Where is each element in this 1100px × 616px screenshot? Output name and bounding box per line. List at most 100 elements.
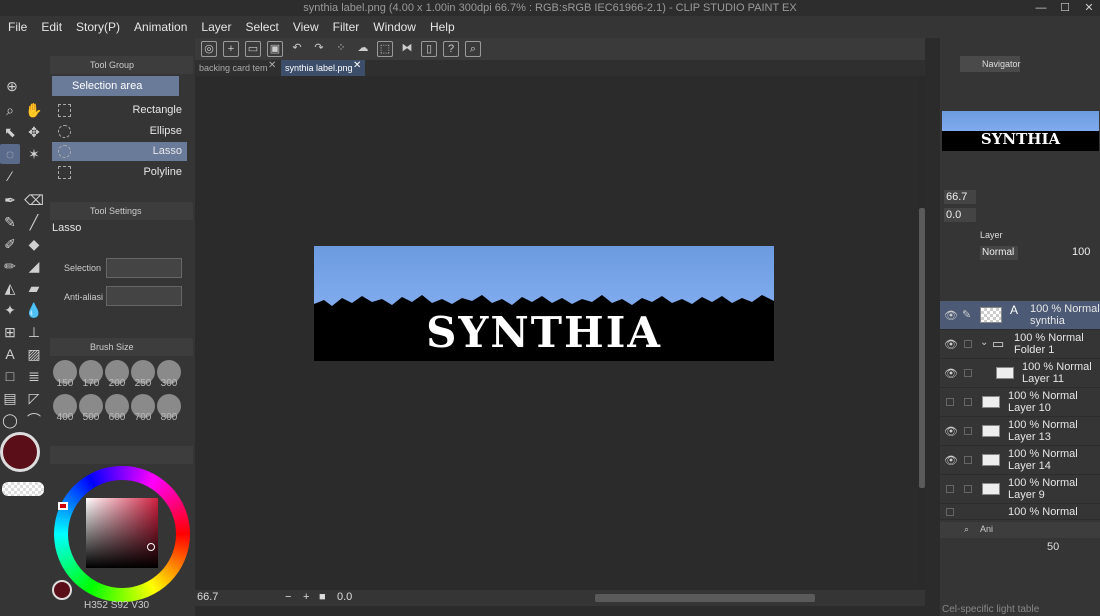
- clip-studio-icon[interactable]: ◎: [201, 41, 217, 57]
- text-line-icon[interactable]: ⌒: [24, 410, 44, 430]
- pen-icon[interactable]: ✒: [0, 190, 20, 210]
- redo-icon[interactable]: ↷: [311, 41, 327, 57]
- tool-polyline[interactable]: Polyline: [52, 163, 187, 182]
- layer-box-icon[interactable]: ▤: [0, 388, 20, 408]
- save-icon[interactable]: ▣: [267, 41, 283, 57]
- balloon-icon[interactable]: ▨: [24, 344, 44, 364]
- layer-row[interactable]: 100 % Normal Layer 10: [940, 388, 1100, 417]
- lasso-icon[interactable]: ◌: [0, 144, 20, 164]
- marker-icon[interactable]: ╱: [24, 212, 44, 232]
- antialias-buttons[interactable]: [106, 286, 182, 306]
- animation-tab[interactable]: Ani: [980, 524, 993, 534]
- zoom-out-icon[interactable]: −: [285, 591, 291, 603]
- tool-rectangle[interactable]: Rectangle: [52, 101, 187, 120]
- open-folder-icon[interactable]: ▭: [245, 41, 261, 57]
- speech-icon[interactable]: ◯: [0, 410, 20, 430]
- search-icon[interactable]: ⌕: [465, 41, 481, 57]
- fill-icon[interactable]: ☁: [355, 41, 371, 57]
- close-tab-icon[interactable]: ✕: [353, 60, 361, 71]
- navigator-thumbnail[interactable]: SYNTHIA: [942, 111, 1099, 151]
- close-tab-icon[interactable]: ✕: [268, 60, 276, 71]
- text-icon[interactable]: A: [0, 344, 20, 364]
- blend-icon[interactable]: ◢: [24, 256, 44, 276]
- zoom-value[interactable]: 66.7: [197, 591, 218, 603]
- water-drop-icon[interactable]: 💧: [24, 300, 44, 320]
- navigator-tab[interactable]: Navigator: [960, 56, 1021, 72]
- main-color-swatch[interactable]: [0, 432, 40, 472]
- device-icon[interactable]: ▯: [421, 41, 437, 57]
- clear-selection-icon[interactable]: ⁘: [333, 41, 349, 57]
- menu-view[interactable]: View: [286, 16, 326, 38]
- airbrush-icon[interactable]: ◆: [24, 234, 44, 254]
- menu-help[interactable]: Help: [423, 16, 462, 38]
- chevron-down-icon[interactable]: ⌄: [980, 337, 988, 348]
- layer-checkbox[interactable]: [964, 456, 972, 464]
- navigator-rotation[interactable]: 0.0: [944, 208, 976, 222]
- brush-icon[interactable]: ✐: [0, 234, 20, 254]
- tool-lasso[interactable]: Lasso: [52, 142, 187, 161]
- layer-row[interactable]: 100 % Normal: [940, 504, 1100, 520]
- decoration-icon[interactable]: ✏: [0, 256, 20, 276]
- correction-icon[interactable]: ◸: [24, 388, 44, 408]
- transparent-color-swatch[interactable]: [2, 482, 44, 496]
- selection-mode-buttons[interactable]: [106, 258, 182, 278]
- menu-window[interactable]: Window: [366, 16, 423, 38]
- magic-wand-icon[interactable]: ✶: [24, 144, 44, 164]
- zoom-icon[interactable]: ⌕: [0, 100, 20, 120]
- search-icon[interactable]: ⌕: [964, 524, 969, 535]
- canvas-vertical-scrollbar[interactable]: [918, 76, 926, 590]
- eye-icon[interactable]: 👁: [944, 338, 958, 351]
- pencil-icon[interactable]: ✎: [0, 212, 20, 232]
- layer-row[interactable]: 👁 100 % Normal Layer 13: [940, 417, 1100, 446]
- close-button[interactable]: ✕: [1078, 0, 1100, 16]
- visibility-checkbox[interactable]: [946, 485, 954, 493]
- tool-ellipse[interactable]: Ellipse: [52, 122, 187, 141]
- blend-mode-select[interactable]: Normal: [980, 246, 1018, 260]
- menu-story[interactable]: Story(P): [69, 16, 127, 38]
- fill-bucket-icon[interactable]: ◭: [0, 278, 20, 298]
- layer-row[interactable]: 👁 100 % Normal Layer 11: [940, 359, 1100, 388]
- tab-backing-card[interactable]: backing card tem: [195, 60, 279, 76]
- eyedropper-icon[interactable]: ⁄: [0, 166, 20, 186]
- layer-row[interactable]: 👁 100 % Normal Layer 14: [940, 446, 1100, 475]
- layer-checkbox[interactable]: [964, 398, 972, 406]
- menu-file[interactable]: File: [0, 16, 34, 38]
- eye-icon[interactable]: 👁: [944, 454, 958, 467]
- horizontal-scrollbar[interactable]: [595, 594, 815, 602]
- active-tool-label[interactable]: Selection area: [52, 76, 179, 96]
- layer-opacity[interactable]: 100: [1072, 246, 1090, 258]
- new-file-icon[interactable]: +: [223, 41, 239, 57]
- undo-icon[interactable]: ↶: [289, 41, 305, 57]
- navigator-zoom[interactable]: 66.7: [944, 190, 976, 204]
- saturation-value-square[interactable]: [86, 498, 158, 568]
- move-icon[interactable]: ✥: [24, 122, 44, 142]
- frame-border-icon[interactable]: ⊞: [0, 322, 20, 342]
- hue-cursor[interactable]: [58, 502, 68, 510]
- canvas-artwork[interactable]: SYNTHIA: [314, 246, 774, 361]
- eye-icon[interactable]: 👁: [944, 309, 958, 322]
- layer-row[interactable]: 👁 ⌄ ▭ 100 % Normal Folder 1: [940, 330, 1100, 359]
- visibility-checkbox[interactable]: [946, 398, 954, 406]
- rectangle-icon[interactable]: □: [0, 366, 20, 386]
- eraser-icon[interactable]: ⌫: [24, 190, 44, 210]
- zoom-in-icon[interactable]: +: [303, 591, 309, 603]
- maximize-button[interactable]: ☐: [1054, 0, 1076, 16]
- ruler-icon[interactable]: ⊥: [24, 322, 44, 342]
- mini-main-color[interactable]: [52, 580, 72, 600]
- menu-layer[interactable]: Layer: [194, 16, 238, 38]
- layer-checkbox[interactable]: [964, 427, 972, 435]
- layer-row[interactable]: 👁 ✎ A 100 % Normal synthia: [940, 301, 1100, 330]
- flip-icon[interactable]: ⧓: [399, 41, 415, 57]
- menu-animation[interactable]: Animation: [127, 16, 194, 38]
- transform-icon[interactable]: ⬚: [377, 41, 393, 57]
- stripes-icon[interactable]: ≣: [24, 366, 44, 386]
- hand-icon[interactable]: ✋: [24, 100, 44, 120]
- light-table-value[interactable]: 50: [1047, 541, 1059, 553]
- color-picker-cursor[interactable]: [147, 543, 155, 551]
- menu-filter[interactable]: Filter: [326, 16, 367, 38]
- minimize-button[interactable]: —: [1030, 0, 1052, 16]
- layer-tab[interactable]: Layer: [960, 228, 1020, 242]
- gradient-icon[interactable]: ▰: [24, 278, 44, 298]
- help-icon[interactable]: ?: [443, 41, 459, 57]
- fit-icon[interactable]: ■: [319, 591, 326, 603]
